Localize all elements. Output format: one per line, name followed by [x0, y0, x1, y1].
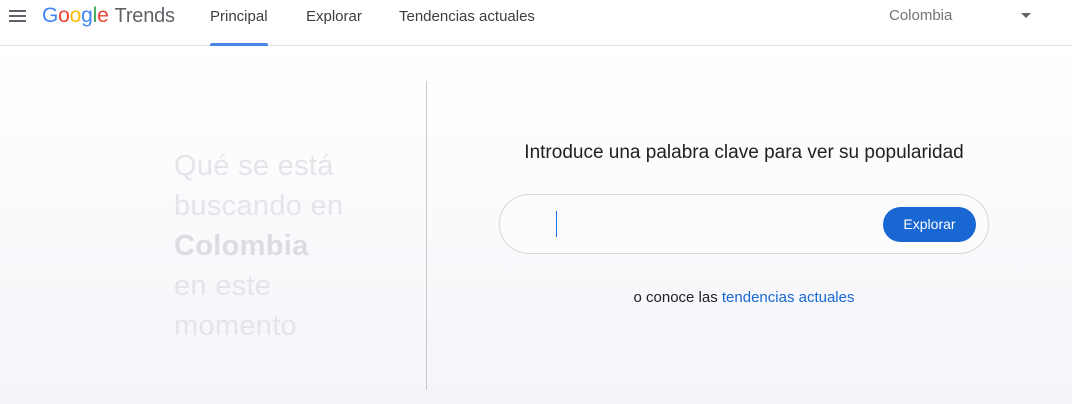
logo-letter: g: [81, 4, 93, 27]
country-select[interactable]: Colombia: [889, 0, 1039, 32]
trending-now-link[interactable]: tendencias actuales: [722, 289, 855, 306]
tab-principal[interactable]: Principal: [210, 0, 268, 46]
logo-letter: G: [42, 4, 59, 27]
tagline-line: buscando en: [174, 190, 344, 222]
tagline-country: Colombia: [174, 230, 309, 262]
search-prompt: Introduce una palabra clave para ver su …: [524, 142, 964, 163]
caret-down-icon: [1021, 13, 1031, 18]
vertical-divider: [426, 81, 427, 390]
text-cursor: [556, 211, 557, 237]
main-content: Qué se está buscando en Colombia en este…: [0, 46, 1072, 404]
tagline-line: en este: [174, 270, 272, 302]
hero-tagline: Qué se está buscando en Colombia en este…: [174, 146, 414, 346]
google-trends-logo[interactable]: G o o g l e Trends: [42, 4, 175, 30]
logo-product-name: Trends: [114, 5, 176, 27]
search-box[interactable]: Explorar: [499, 194, 989, 254]
hint-text: o conoce las: [633, 289, 722, 306]
tagline-line: Qué se está: [174, 150, 334, 182]
explore-button[interactable]: Explorar: [883, 207, 976, 242]
hamburger-menu-icon[interactable]: [6, 6, 28, 28]
search-input[interactable]: [554, 209, 864, 239]
tagline-line: momento: [174, 310, 297, 342]
tab-label: Principal: [210, 8, 268, 25]
top-app-bar: G o o g l e Trends Principal Explorar Te…: [0, 0, 1072, 46]
logo-letter: o: [69, 4, 82, 27]
tab-tendencias-actuales[interactable]: Tendencias actuales: [399, 0, 535, 46]
logo-letter: e: [97, 4, 109, 27]
tab-label: Explorar: [306, 8, 362, 25]
tab-label: Tendencias actuales: [399, 8, 535, 25]
trending-hint: o conoce las tendencias actuales: [470, 289, 1018, 306]
logo-letter: o: [58, 4, 70, 27]
tab-explorar[interactable]: Explorar: [306, 0, 362, 46]
country-select-value: Colombia: [889, 7, 953, 24]
